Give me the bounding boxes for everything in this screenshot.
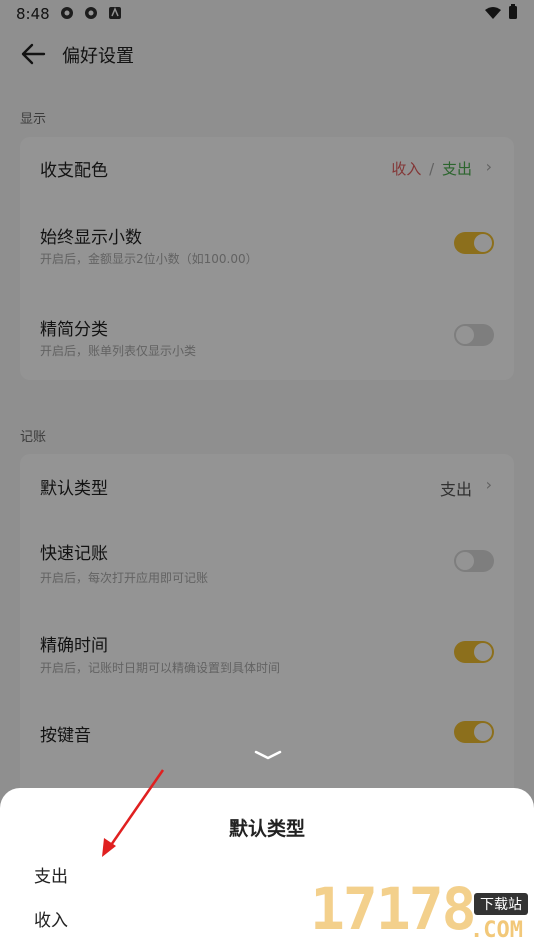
chevron-down-icon[interactable] xyxy=(253,748,283,762)
sheet-title: 默认类型 xyxy=(228,818,305,840)
watermark-tag: 下载站 xyxy=(474,893,528,915)
option-expense[interactable]: 支出 xyxy=(34,862,68,887)
option-income[interactable]: 收入 xyxy=(34,906,68,931)
watermark-number: 17178 xyxy=(310,875,477,943)
watermark-domain: .COM xyxy=(470,918,523,943)
